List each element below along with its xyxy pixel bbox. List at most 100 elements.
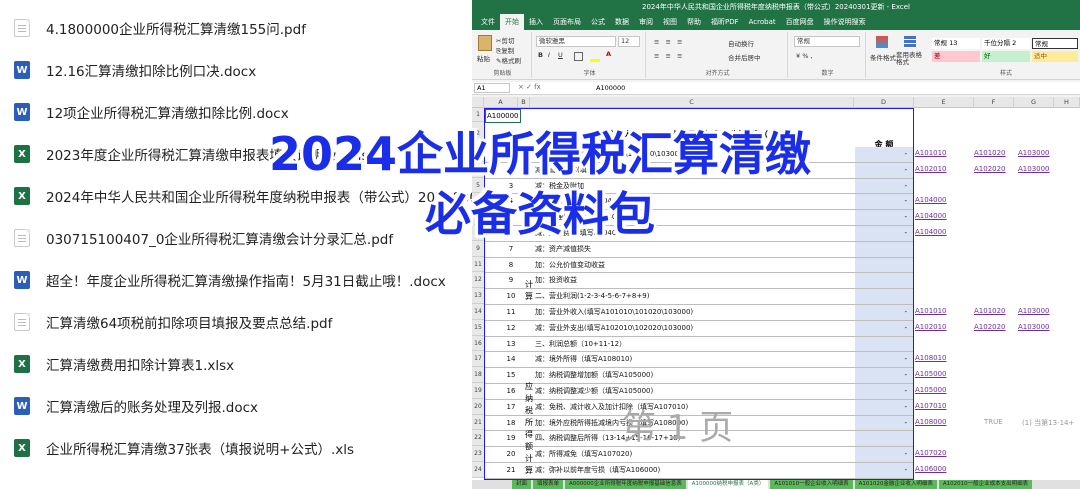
amount-cell[interactable] — [855, 431, 913, 447]
amount-cell[interactable] — [855, 289, 913, 304]
amount-cell[interactable]: - — [855, 447, 913, 462]
file-item[interactable]: 030715100407_0企业所得税汇算清缴会计分录汇总.pdf — [14, 223, 472, 253]
reference-link[interactable]: A102010 — [915, 165, 947, 173]
row-header[interactable]: 17 — [472, 351, 484, 368]
ribbon-tab[interactable]: 公式 — [586, 14, 610, 30]
sheet-tab[interactable]: A000000企业所得税年度纳税申报基础信息表 — [565, 480, 686, 489]
number-format-select[interactable]: 常规 — [794, 36, 860, 47]
row-header[interactable]: 20 — [472, 398, 484, 415]
row-header[interactable]: 13 — [472, 288, 484, 304]
file-item[interactable]: X 2024年中华人民共和国企业所得税年度纳税申报表（带公式）2024030 — [14, 181, 472, 211]
amount-cell[interactable]: - — [855, 415, 913, 431]
row-header[interactable]: 16 — [472, 335, 484, 352]
row-header[interactable]: 19 — [472, 383, 484, 399]
form-row[interactable]: 10 二、营业利润(1-2-3-4-5-6-7+8+9) — [485, 289, 913, 305]
cut-button[interactable]: ✂剪切 — [496, 35, 514, 45]
form-row[interactable]: 21 减：弥补以前年度亏损（填写A106000) - — [485, 463, 913, 479]
style-good[interactable]: 好 — [982, 51, 1030, 62]
reference-link[interactable]: A102020 — [974, 323, 1006, 331]
ribbon-tab[interactable]: 福昕PDF — [706, 14, 744, 30]
ribbon-tab[interactable]: 页面布局 — [548, 14, 586, 30]
sheet-tab[interactable]: 封面 — [512, 480, 532, 489]
ribbon-tab[interactable]: 文件 — [476, 14, 500, 30]
amount-cell[interactable]: - — [855, 352, 913, 368]
reference-link[interactable]: A108000 — [915, 418, 947, 426]
form-row[interactable]: 13 三、利润总额（10+11-12） — [485, 336, 913, 353]
amount-cell[interactable] — [855, 273, 913, 289]
form-row[interactable]: 11 加：营业外收入(填写A101010\101020\103000) - — [485, 305, 913, 321]
row-header[interactable]: 1 — [472, 108, 484, 122]
column-header[interactable]: B — [518, 97, 530, 108]
ribbon-tab[interactable]: 视图 — [658, 14, 682, 30]
ribbon-tab[interactable]: 百度网盘 — [781, 14, 819, 30]
file-item[interactable]: W 12项企业所得税汇算清缴扣除比例.docx — [14, 97, 472, 127]
reference-link[interactable]: A103000 — [1018, 149, 1050, 157]
reference-link[interactable]: A103000 — [1018, 323, 1050, 331]
ribbon-tab[interactable]: 插入 — [524, 14, 548, 30]
function-icon[interactable]: × ✓ fx — [518, 83, 541, 91]
sheet-tab[interactable]: A102010一般企业成本支出明细表 — [938, 480, 1033, 489]
name-box[interactable]: A1 — [474, 83, 510, 93]
row-header[interactable]: 24 — [472, 462, 484, 478]
currency-icon[interactable]: ¥ % , — [796, 52, 813, 60]
column-header[interactable]: G — [1014, 97, 1054, 108]
sheet-tab[interactable]: A101020金融企业收入明细表 — [854, 480, 937, 489]
sheet-tab[interactable]: A100000纳税申报表（A类） — [687, 480, 769, 489]
form-row[interactable]: 15 加：纳税调整增加额（填写A105000) - — [485, 368, 913, 384]
format-painter-button[interactable]: ✎格式刷 — [496, 55, 521, 65]
style-normal-13[interactable]: 常规 13 — [932, 38, 980, 49]
style-normal[interactable]: 常规 — [1032, 38, 1078, 49]
conditional-format-button[interactable]: 条件格式 — [870, 52, 896, 62]
column-header[interactable]: A — [484, 97, 518, 108]
form-row[interactable]: 1 一、营业收入(填写A101010\101020\103000) - — [485, 147, 913, 163]
ribbon-tab[interactable]: Acrobat — [744, 14, 781, 30]
file-item[interactable]: X 汇算清缴费用扣除计算表1.xlsx — [14, 349, 472, 379]
row-header[interactable]: 4 — [472, 161, 484, 178]
cell-a1[interactable]: A100000 — [485, 109, 521, 123]
row-header[interactable]: 2 — [472, 122, 484, 146]
reference-link[interactable]: A104000 — [915, 212, 947, 220]
merge-center-button[interactable]: 合并后居中 — [728, 52, 761, 62]
borders-icon[interactable] — [574, 52, 583, 61]
ribbon-tab[interactable]: 帮助 — [682, 14, 706, 30]
worksheet-grid[interactable]: 1 2 3 4 5 6 7 8 9 11 12 13 14 15 16 17 18 19 20 21 22 23 24 A1… — [472, 108, 1080, 480]
reference-link[interactable]: A105000 — [915, 370, 947, 378]
form-row[interactable]: 2 减：营业成本(填写A102010\102020\103000) - — [485, 162, 913, 179]
font-name-select[interactable]: 微软雅黑 — [536, 36, 616, 47]
row-header[interactable]: 18 — [472, 367, 484, 383]
amount-cell[interactable]: - — [855, 463, 913, 478]
reference-link[interactable]: A103000 — [1018, 307, 1050, 315]
row-header[interactable]: 5 — [472, 177, 484, 194]
file-item[interactable]: W 超全！年度企业所得税汇算清缴操作指南！5月31日截止哦！.docx — [14, 265, 472, 295]
select-all-corner[interactable] — [472, 97, 484, 108]
reference-link[interactable]: A107010 — [915, 402, 947, 410]
reference-link[interactable]: A104000 — [915, 228, 947, 236]
row-header[interactable]: 3 — [472, 146, 484, 162]
amount-cell[interactable]: - — [855, 226, 913, 241]
amount-cell[interactable]: - — [855, 399, 913, 415]
formula-input[interactable]: A100000 — [596, 83, 625, 93]
row-header[interactable]: 14 — [472, 304, 484, 320]
file-item[interactable]: X 2023年度企业所得税汇算清缴申报表填报说明及...xls — [14, 139, 472, 169]
align-left-icon[interactable]: ≡ ≡ ≡ — [654, 52, 684, 60]
amount-cell[interactable] — [855, 257, 913, 273]
ribbon-tab[interactable]: 数据 — [610, 14, 634, 30]
column-header[interactable]: H — [1054, 97, 1080, 108]
ribbon-tab[interactable]: 开始 — [500, 14, 524, 30]
row-header[interactable]: 6 — [472, 193, 484, 210]
row-header[interactable]: 7 — [472, 209, 484, 225]
column-header[interactable]: C — [530, 97, 854, 108]
sheet-tab[interactable]: A101010一般企业收入明细表 — [770, 480, 853, 489]
column-header[interactable]: F — [974, 97, 1014, 108]
font-size-select[interactable]: 12 — [618, 36, 640, 47]
column-header[interactable]: E — [914, 97, 974, 108]
amount-cell[interactable]: - — [855, 162, 913, 178]
reference-link[interactable]: A101020 — [974, 307, 1006, 315]
file-item[interactable]: 汇算清缴64项税前扣除项目填报及要点总结.pdf — [14, 307, 472, 337]
amount-cell[interactable]: - — [855, 210, 913, 225]
form-row[interactable]: 8 加：公允价值变动收益 — [485, 257, 913, 274]
column-header[interactable]: D — [854, 97, 914, 108]
amount-cell[interactable]: - — [855, 320, 913, 336]
underline-button[interactable]: U — [558, 51, 563, 59]
reference-link[interactable]: A106000 — [915, 465, 947, 473]
